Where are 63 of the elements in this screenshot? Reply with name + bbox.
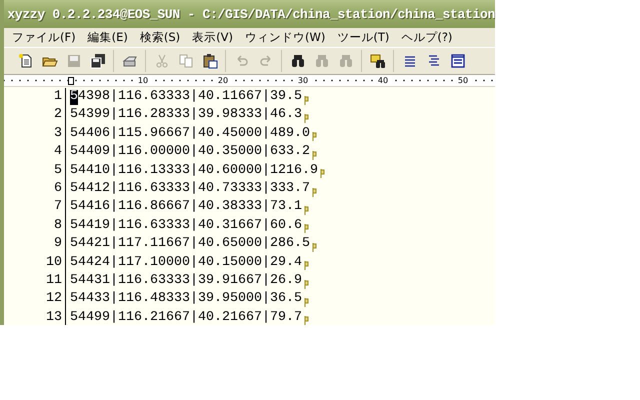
menu-item[interactable]: ヘルプ(?) [395, 30, 458, 45]
redo-icon [258, 53, 274, 69]
line-end-icon [304, 298, 309, 307]
line-number: 1 [4, 88, 66, 106]
ruler-number: 30 [296, 76, 310, 86]
line-number: 10 [4, 254, 66, 272]
text-line: 54416|116.86667|40.38333|73.1 [70, 198, 302, 216]
text-line: 54410|116.13333|40.60000|1216.9 [70, 162, 318, 180]
line-end-icon [312, 242, 317, 252]
binoculars-icon [338, 53, 354, 69]
clipboard-icon [202, 53, 218, 69]
menu-item[interactable]: ファイル(F) [6, 30, 82, 45]
line-number: 11 [4, 272, 66, 290]
line-number: 13 [4, 308, 66, 325]
ruler-number: 10 [136, 76, 150, 86]
ruler-number: 40 [376, 76, 390, 86]
line-end-icon [312, 150, 317, 160]
line-end-icon [304, 261, 309, 270]
text-line: 54406|115.96667|40.45000|489.0 [70, 124, 310, 143]
ruler-number: 20 [216, 76, 230, 86]
line-number: 9 [4, 235, 66, 254]
line-end-icon [320, 169, 325, 178]
window-icon [450, 53, 466, 69]
line-end-icon [304, 316, 309, 325]
floppy-disks-icon [90, 53, 106, 69]
text-line: 54424|117.10000|40.15000|29.4 [70, 254, 302, 272]
binoculars-icon [290, 53, 306, 69]
ruler-number: 50 [456, 76, 470, 86]
new-file-icon [18, 53, 34, 69]
window-title: xyzzy 0.2.2.234@EOS_SUN - C:/GIS/DATA/china_station/china_station [7, 6, 495, 22]
text-line: 54409|116.00000|40.35000|633.2 [70, 143, 310, 162]
line-number: 8 [4, 216, 66, 236]
line-end-icon [304, 280, 309, 289]
text-editor[interactable] [4, 87, 495, 325]
line-number: 5 [4, 162, 66, 180]
menu-item[interactable]: 編集(E) [82, 30, 134, 45]
folder-search-icon [370, 53, 386, 69]
menu-item[interactable]: 検索(S) [134, 30, 186, 45]
binoculars-icon [314, 53, 330, 69]
text-line: 54499|116.21667|40.21667|79.7 [70, 308, 302, 325]
text-line: 54421|117.11667|40.65000|286.5 [70, 235, 310, 254]
line-number: 4 [4, 143, 66, 162]
text-line: 54431|116.63333|39.91667|26.9 [70, 272, 302, 290]
copy-icon [178, 53, 194, 69]
line-number: 7 [4, 198, 66, 217]
scissors-icon [154, 53, 170, 69]
text-line: 54433|116.48333|39.95000|36.5 [70, 290, 302, 308]
line-number: 3 [4, 124, 66, 144]
menu-item[interactable]: ウィンドウ(W) [238, 30, 332, 45]
line-end-icon [304, 114, 309, 124]
line-number: 2 [4, 106, 66, 125]
menu-item[interactable]: ツール(T) [331, 30, 396, 45]
text-line: 54412|116.63333|40.73333|333.7 [70, 180, 310, 198]
text-line: 54419|116.63333|40.31667|60.6 [70, 216, 302, 235]
line-end-icon [304, 224, 309, 234]
text-line: 54399|116.28333|39.98333|46.3 [70, 106, 302, 124]
line-end-icon [304, 96, 309, 105]
line-number: 6 [4, 180, 66, 198]
menu-item[interactable]: 表示(V) [186, 30, 239, 45]
line-end-icon [312, 132, 317, 142]
line-end-icon [312, 188, 317, 197]
line-number: 12 [4, 290, 66, 309]
line-end-icon [304, 206, 309, 216]
